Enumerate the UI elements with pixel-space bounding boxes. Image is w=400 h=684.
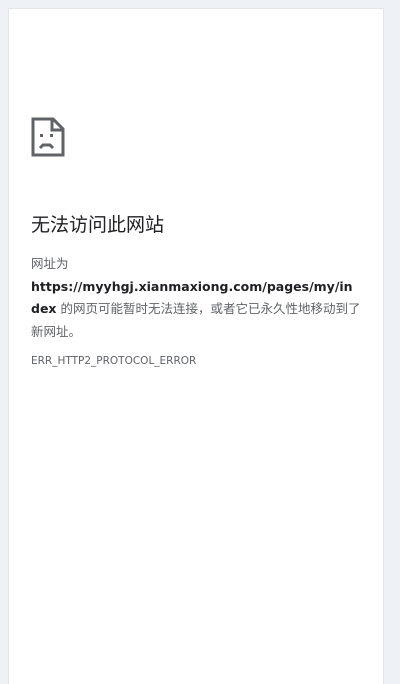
error-message: 网址为 https://myyhgj.xianmaxiong.com/pages/…: [31, 253, 361, 343]
message-prefix: 网址为: [31, 256, 69, 271]
message-suffix: 的网页可能暂时无法连接，或者它已永久性地移动到了新网址。: [31, 301, 361, 339]
error-page: 无法访问此网站 网址为 https://myyhgj.xianmaxiong.co…: [31, 117, 361, 367]
browser-viewport: 无法访问此网站 网址为 https://myyhgj.xianmaxiong.co…: [8, 8, 384, 684]
sad-file-icon: [31, 117, 65, 157]
error-title: 无法访问此网站: [31, 214, 165, 236]
error-code: ERR_HTTP2_PROTOCOL_ERROR: [31, 355, 197, 367]
